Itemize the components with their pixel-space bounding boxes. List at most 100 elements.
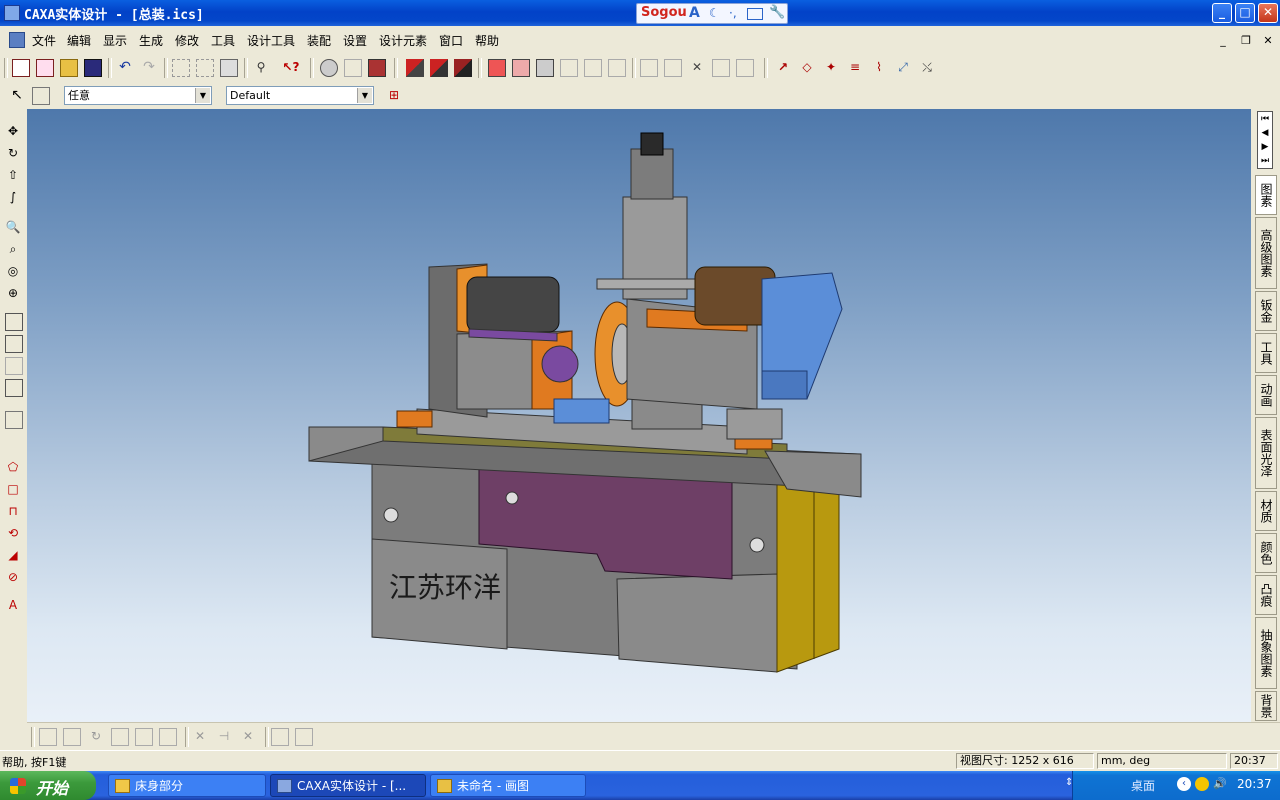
group-icon[interactable]	[39, 728, 57, 746]
view-list-icon[interactable]	[5, 379, 23, 397]
interference-icon[interactable]: ✕	[191, 728, 209, 746]
tab-background[interactable]: 背景	[1255, 691, 1277, 721]
split-icon[interactable]	[712, 59, 730, 77]
edit-annotation-icon[interactable]	[295, 728, 313, 746]
save-icon[interactable]	[84, 59, 102, 77]
nav-last-icon[interactable]: ⏭	[1258, 154, 1272, 168]
measure-icon[interactable]: ✕	[239, 728, 257, 746]
design-tree-icon[interactable]	[368, 59, 386, 77]
annotate-icon[interactable]	[271, 728, 289, 746]
tab-surface-finish[interactable]: 表面光泽	[1255, 417, 1277, 489]
move-camera-icon[interactable]: ⇧	[5, 167, 21, 183]
mdi-minimize-button[interactable]: _	[1215, 33, 1231, 48]
polyline-icon[interactable]: ⬠	[5, 459, 21, 475]
zoom-icon[interactable]: 🔍	[5, 219, 21, 235]
machine-model[interactable]: 江苏环洋	[27, 109, 1251, 722]
tangent-constraint-icon[interactable]: ⌇	[870, 59, 888, 77]
align-icon[interactable]	[135, 728, 153, 746]
qq-icon[interactable]	[1195, 777, 1209, 791]
tab-sheet-metal[interactable]: 钣金	[1255, 291, 1277, 331]
extend-icon[interactable]: ◢	[5, 547, 21, 563]
axial-constraint-icon[interactable]: ✦	[822, 59, 840, 77]
pan-icon[interactable]: ✥	[5, 123, 21, 139]
tab-color[interactable]: 颜色	[1255, 533, 1277, 573]
rectangle-icon[interactable]: □	[5, 481, 21, 497]
taskbar-button[interactable]: 床身部分	[108, 774, 266, 797]
nav-first-icon[interactable]: ⏮	[1258, 112, 1272, 126]
align-constraint-icon[interactable]: ◇	[798, 59, 816, 77]
panel-nav[interactable]: ⏮ ◀ ▶ ⏭	[1257, 111, 1273, 169]
chamfer-icon[interactable]	[560, 59, 578, 77]
help-pointer-icon[interactable]: ↖?	[282, 59, 300, 77]
app-icon[interactable]	[4, 5, 20, 21]
smart-render-icon[interactable]	[344, 59, 362, 77]
menu-assembly[interactable]: 装配	[307, 32, 331, 49]
section-icon[interactable]	[664, 59, 682, 77]
mdi-restore-button[interactable]: ❐	[1238, 33, 1254, 48]
paste-icon[interactable]	[220, 59, 238, 77]
offset-icon[interactable]: ⟲	[5, 525, 21, 541]
restore-view-icon[interactable]	[5, 357, 23, 375]
chevron-left-icon[interactable]: ‹	[1177, 777, 1191, 791]
tray-grip-icon[interactable]: ⇕	[1065, 777, 1075, 793]
ime-mode[interactable]: A	[689, 5, 700, 21]
stack-icon[interactable]	[159, 728, 177, 746]
tab-emboss[interactable]: 凸痕	[1255, 575, 1277, 615]
redo-icon[interactable]: ↷	[140, 59, 158, 77]
tab-abstract-primitives[interactable]: 抽象图素	[1255, 617, 1277, 689]
taskbar-button[interactable]: CAXA实体设计 - [...	[270, 774, 426, 797]
menu-modify[interactable]: 修改	[175, 32, 199, 49]
extrude-icon[interactable]	[406, 59, 424, 77]
draft-icon[interactable]	[584, 59, 602, 77]
close-button[interactable]: ✕	[1258, 3, 1278, 23]
nav-prev-icon[interactable]: ◀	[1258, 126, 1272, 140]
punctuation-icon[interactable]: ·,	[729, 6, 737, 20]
document-icon[interactable]	[9, 32, 25, 48]
roll-icon[interactable]: ∫	[5, 189, 21, 205]
trim-icon[interactable]: ⊓	[5, 503, 21, 519]
tab-tools[interactable]: 工具	[1255, 333, 1277, 373]
mirror-icon[interactable]	[736, 59, 754, 77]
new-drawing-icon[interactable]	[36, 59, 54, 77]
3d-viewport[interactable]: 江苏环洋	[27, 109, 1251, 722]
save-view-icon[interactable]	[5, 335, 23, 353]
camera-icon[interactable]	[5, 313, 23, 331]
ungroup-icon[interactable]	[63, 728, 81, 746]
sketch-icon[interactable]	[5, 411, 23, 429]
mdi-close-button[interactable]: ✕	[1260, 33, 1276, 48]
distance-constraint-icon[interactable]: ⤢	[894, 59, 912, 77]
undo-icon[interactable]: ↶	[116, 59, 134, 77]
cut-icon[interactable]	[172, 59, 190, 77]
tab-primitives[interactable]: 图素	[1255, 175, 1277, 215]
desktop-toolbar-label[interactable]: 桌面	[1131, 777, 1155, 794]
zoom-window-icon[interactable]: ⌕	[5, 241, 21, 257]
keyboard-icon[interactable]	[747, 8, 763, 20]
delete-icon[interactable]: ✕	[688, 59, 706, 77]
menu-edit[interactable]: 编辑	[67, 32, 91, 49]
open-folder-icon[interactable]	[60, 59, 78, 77]
start-button[interactable]: 开始	[0, 771, 96, 800]
hierarchy-icon[interactable]: ⊞	[385, 87, 403, 105]
menu-file[interactable]: 文件	[32, 32, 56, 49]
selection-filter-select[interactable]: 任意 ▼	[64, 86, 212, 105]
wrench-icon[interactable]: 🔧	[769, 5, 785, 20]
tab-animation[interactable]: 动画	[1255, 375, 1277, 415]
copy-icon[interactable]	[196, 59, 214, 77]
boolean-icon[interactable]	[640, 59, 658, 77]
pattern-icon[interactable]	[608, 59, 626, 77]
menu-generate[interactable]: 生成	[139, 32, 163, 49]
revolve-icon[interactable]	[430, 59, 448, 77]
tab-advanced-primitives[interactable]: 高级图素	[1255, 217, 1277, 289]
shell-icon[interactable]	[512, 59, 530, 77]
maximize-button[interactable]: □	[1235, 3, 1255, 23]
menu-design-tools[interactable]: 设计工具	[247, 32, 295, 49]
chevron-down-icon[interactable]: ▼	[357, 88, 372, 103]
dimension-icon[interactable]: A	[5, 597, 21, 613]
render-icon[interactable]	[320, 59, 338, 77]
look-at-icon[interactable]: ◎	[5, 263, 21, 279]
moon-icon[interactable]: ☾	[709, 6, 720, 20]
circle-icon[interactable]: ⊘	[5, 569, 21, 585]
chevron-down-icon[interactable]: ▼	[195, 88, 210, 103]
find-icon[interactable]: ⚲	[252, 59, 270, 77]
menu-view[interactable]: 显示	[103, 32, 127, 49]
